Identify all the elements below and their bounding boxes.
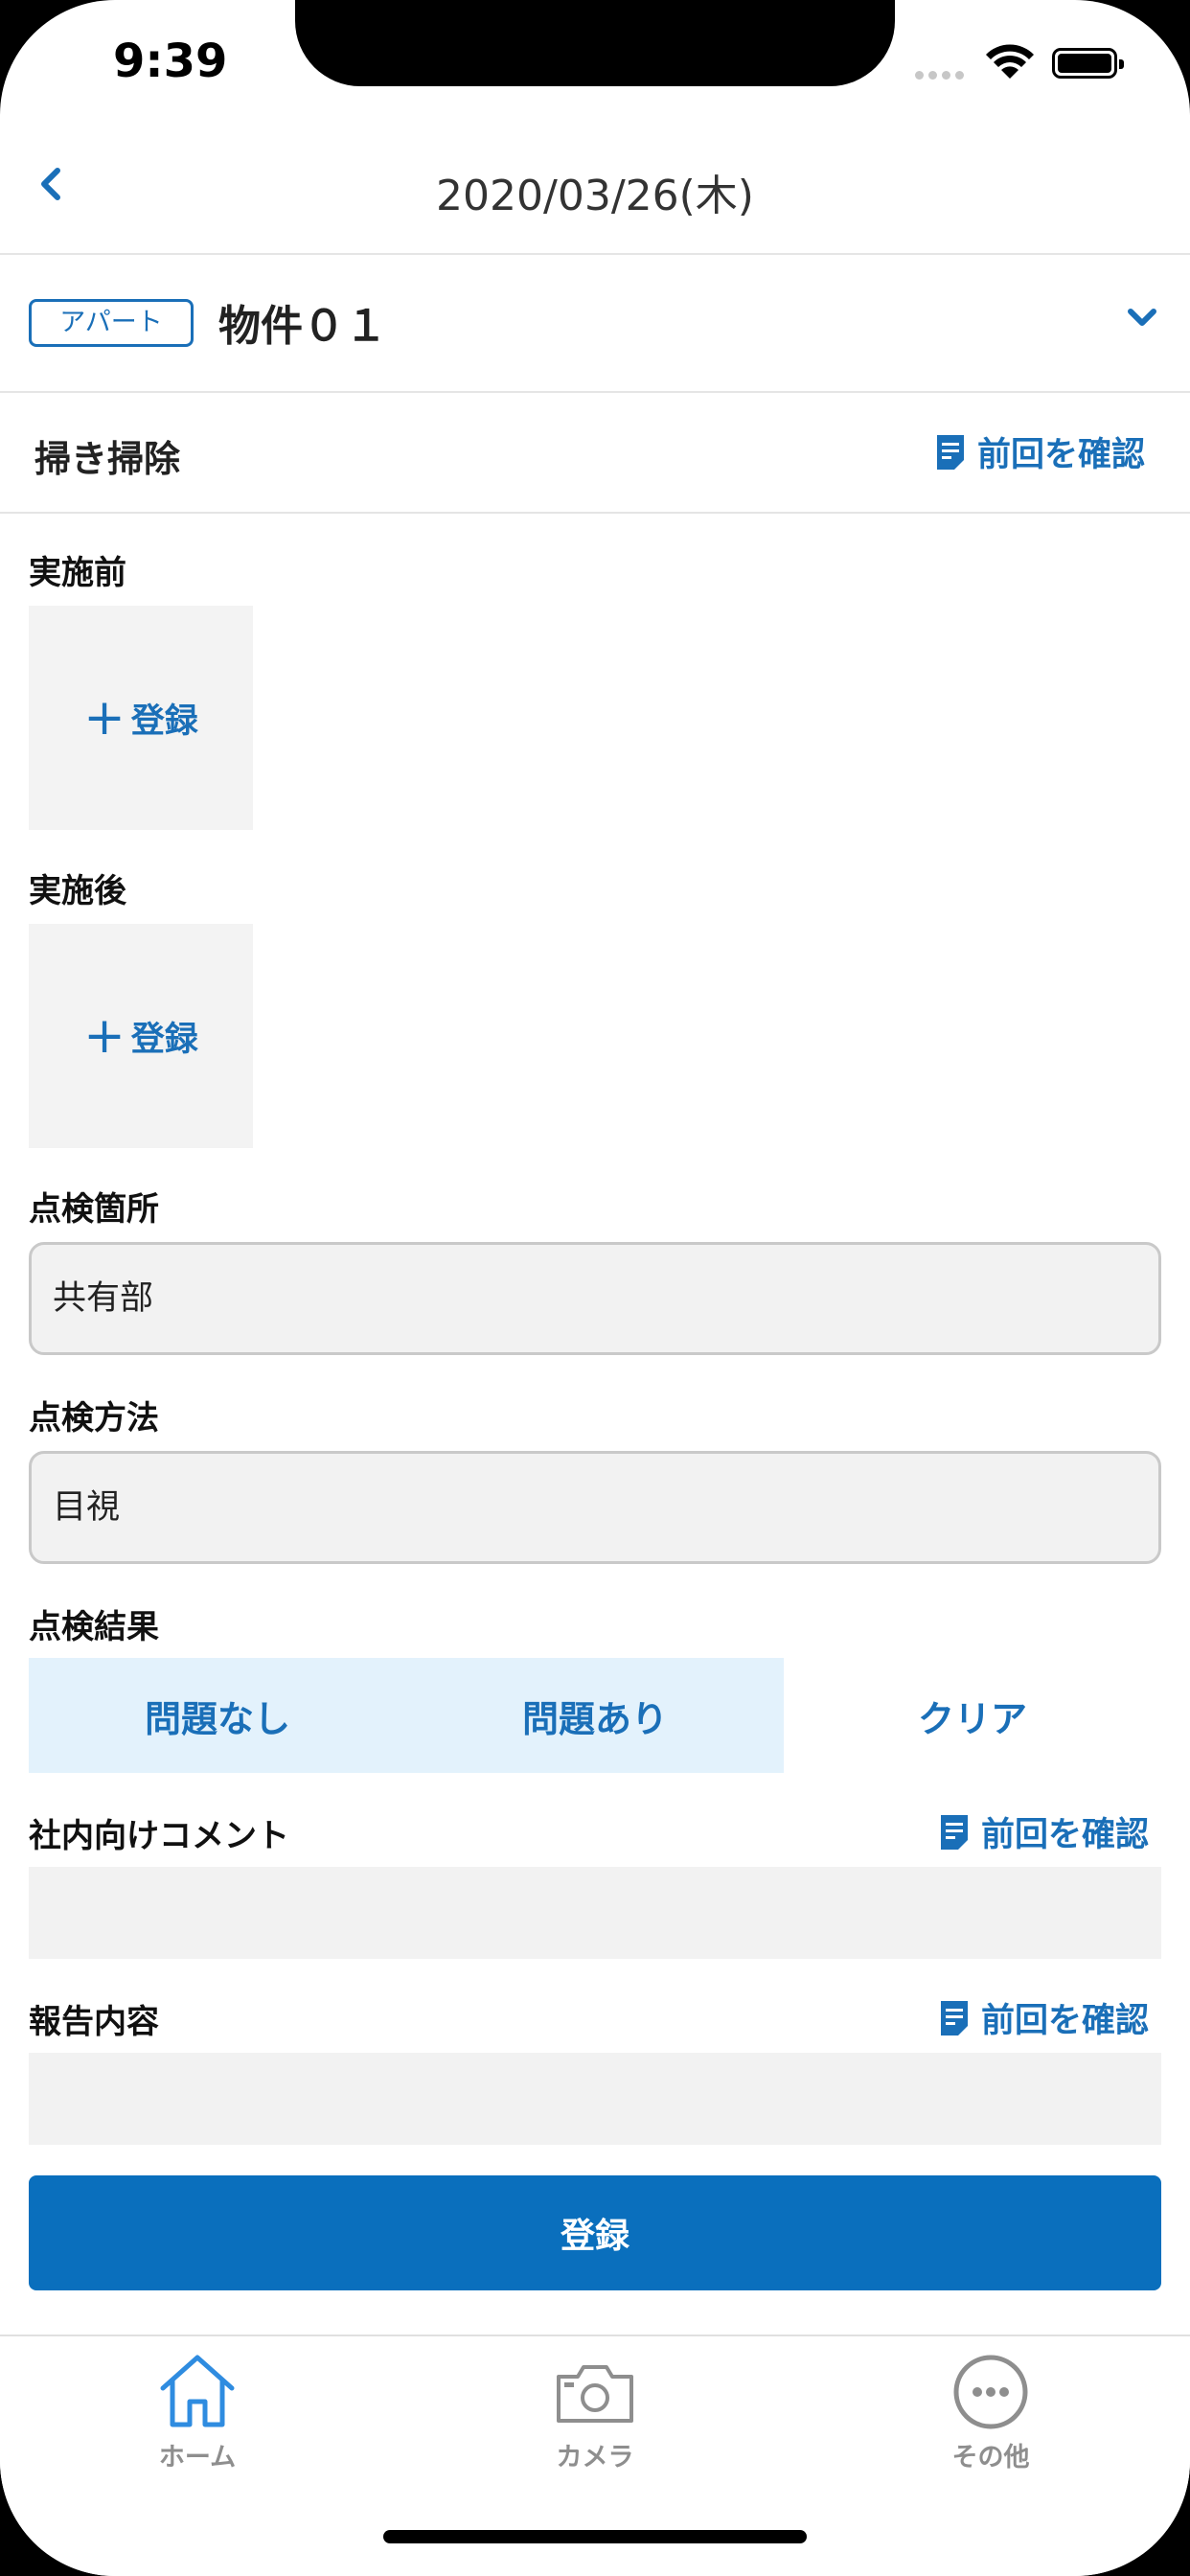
status-time: 9:39 (113, 34, 228, 88)
previous-check-label: 前回を確認 (977, 436, 1146, 474)
result-option-has-problem[interactable]: 問題あり (406, 1658, 784, 1773)
document-icon (941, 2000, 968, 2036)
wifi-icon (986, 44, 1034, 79)
property-type-badge: アパート (29, 299, 194, 347)
document-icon (941, 1814, 968, 1850)
home-indicator (383, 2530, 807, 2543)
submit-button[interactable]: 登録 (29, 2175, 1161, 2290)
tab-label: カメラ (556, 2443, 634, 2472)
inspection-result-label: 点検結果 (29, 1608, 159, 1646)
battery-icon (1052, 48, 1124, 79)
signal-icon (915, 65, 969, 83)
register-label: 登録 (130, 1020, 198, 1059)
task-header: 掃き掃除 前回を確認 (0, 393, 1190, 514)
tab-label: その他 (951, 2443, 1030, 2472)
device-notch (295, 0, 895, 86)
previous-check-link[interactable]: 前回を確認 (941, 1807, 1149, 1856)
before-photo-register-button[interactable]: + 登録 (29, 606, 253, 830)
internal-comment-label: 社内向けコメント (29, 1817, 289, 1855)
page-title: 2020/03/26(木) (436, 172, 754, 220)
inspection-method-field[interactable]: 目視 (29, 1451, 1161, 1564)
previous-check-label: 前回を確認 (981, 1816, 1150, 1854)
property-selector[interactable]: アパート 物件０１ (0, 255, 1190, 393)
more-icon (953, 2355, 1028, 2429)
inspection-location-label: 点検箇所 (29, 1190, 159, 1229)
app-screen: 9:39 2020/03/26(木) アパート 物件０１ 掃き掃除 前回を確認 … (0, 0, 1190, 2576)
internal-comment-input[interactable] (29, 1867, 1161, 1959)
camera-icon (557, 2365, 633, 2423)
before-label: 実施前 (29, 554, 126, 592)
report-label: 報告内容 (29, 2003, 159, 2041)
property-name: 物件０１ (218, 302, 387, 351)
plus-icon: + (83, 1007, 126, 1065)
after-label: 実施後 (29, 872, 126, 910)
result-clear-button[interactable]: クリア (784, 1658, 1161, 1773)
previous-check-link[interactable]: 前回を確認 (937, 427, 1145, 476)
document-icon (937, 434, 964, 470)
inspection-location-field[interactable]: 共有部 (29, 1242, 1161, 1355)
report-input[interactable] (29, 2053, 1161, 2145)
result-option-no-problem[interactable]: 問題なし (29, 1658, 406, 1773)
previous-check-label: 前回を確認 (981, 2002, 1150, 2040)
tab-home[interactable]: ホーム (102, 2350, 293, 2473)
task-title: 掃き掃除 (34, 438, 181, 480)
tab-label: ホーム (158, 2443, 237, 2472)
tab-more[interactable]: その他 (895, 2350, 1087, 2473)
chevron-down-icon[interactable] (1123, 299, 1161, 337)
after-photo-register-button[interactable]: + 登録 (29, 924, 253, 1148)
home-icon (160, 2355, 235, 2427)
navigation-bar: 2020/03/26(木) (0, 134, 1190, 255)
inspection-method-label: 点検方法 (29, 1399, 159, 1438)
register-label: 登録 (130, 702, 198, 741)
previous-check-link[interactable]: 前回を確認 (941, 1993, 1149, 2042)
tab-camera[interactable]: カメラ (499, 2350, 691, 2473)
plus-icon: + (83, 689, 126, 747)
